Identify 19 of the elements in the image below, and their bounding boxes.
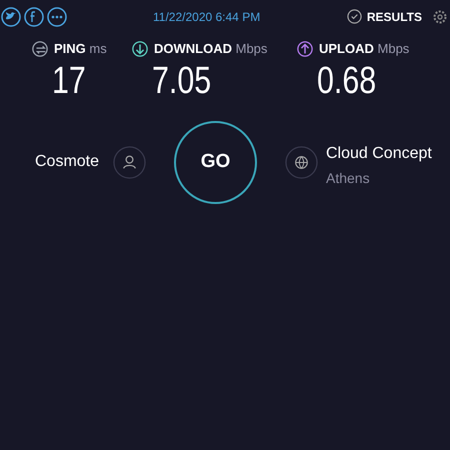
settings-icon[interactable] [432, 8, 448, 24]
metric-value: 17 [52, 58, 86, 102]
metric-value: 0.68 [317, 58, 376, 102]
metric-label: PING ms [54, 40, 107, 58]
globe-icon [285, 146, 318, 178]
more-icon[interactable] [47, 6, 67, 26]
results-button[interactable]: RESULTS [346, 8, 422, 26]
server-name: Cloud Concept [326, 144, 432, 164]
metric-label: UPLOAD Mbps [319, 40, 410, 58]
metric-label: DOWNLOAD Mbps [154, 40, 268, 58]
server-location: Athens [326, 168, 371, 188]
go-button[interactable]: GO [174, 120, 257, 204]
person-icon [113, 146, 146, 178]
check-circle-icon [346, 9, 362, 24]
f-letter-icon[interactable] [24, 6, 44, 26]
metric-value: 7.05 [152, 58, 212, 102]
date-time: 11/22/2020 6:44 PM [153, 8, 260, 26]
provider-name: Cosmote [35, 152, 100, 172]
bird-icon[interactable] [1, 6, 21, 26]
